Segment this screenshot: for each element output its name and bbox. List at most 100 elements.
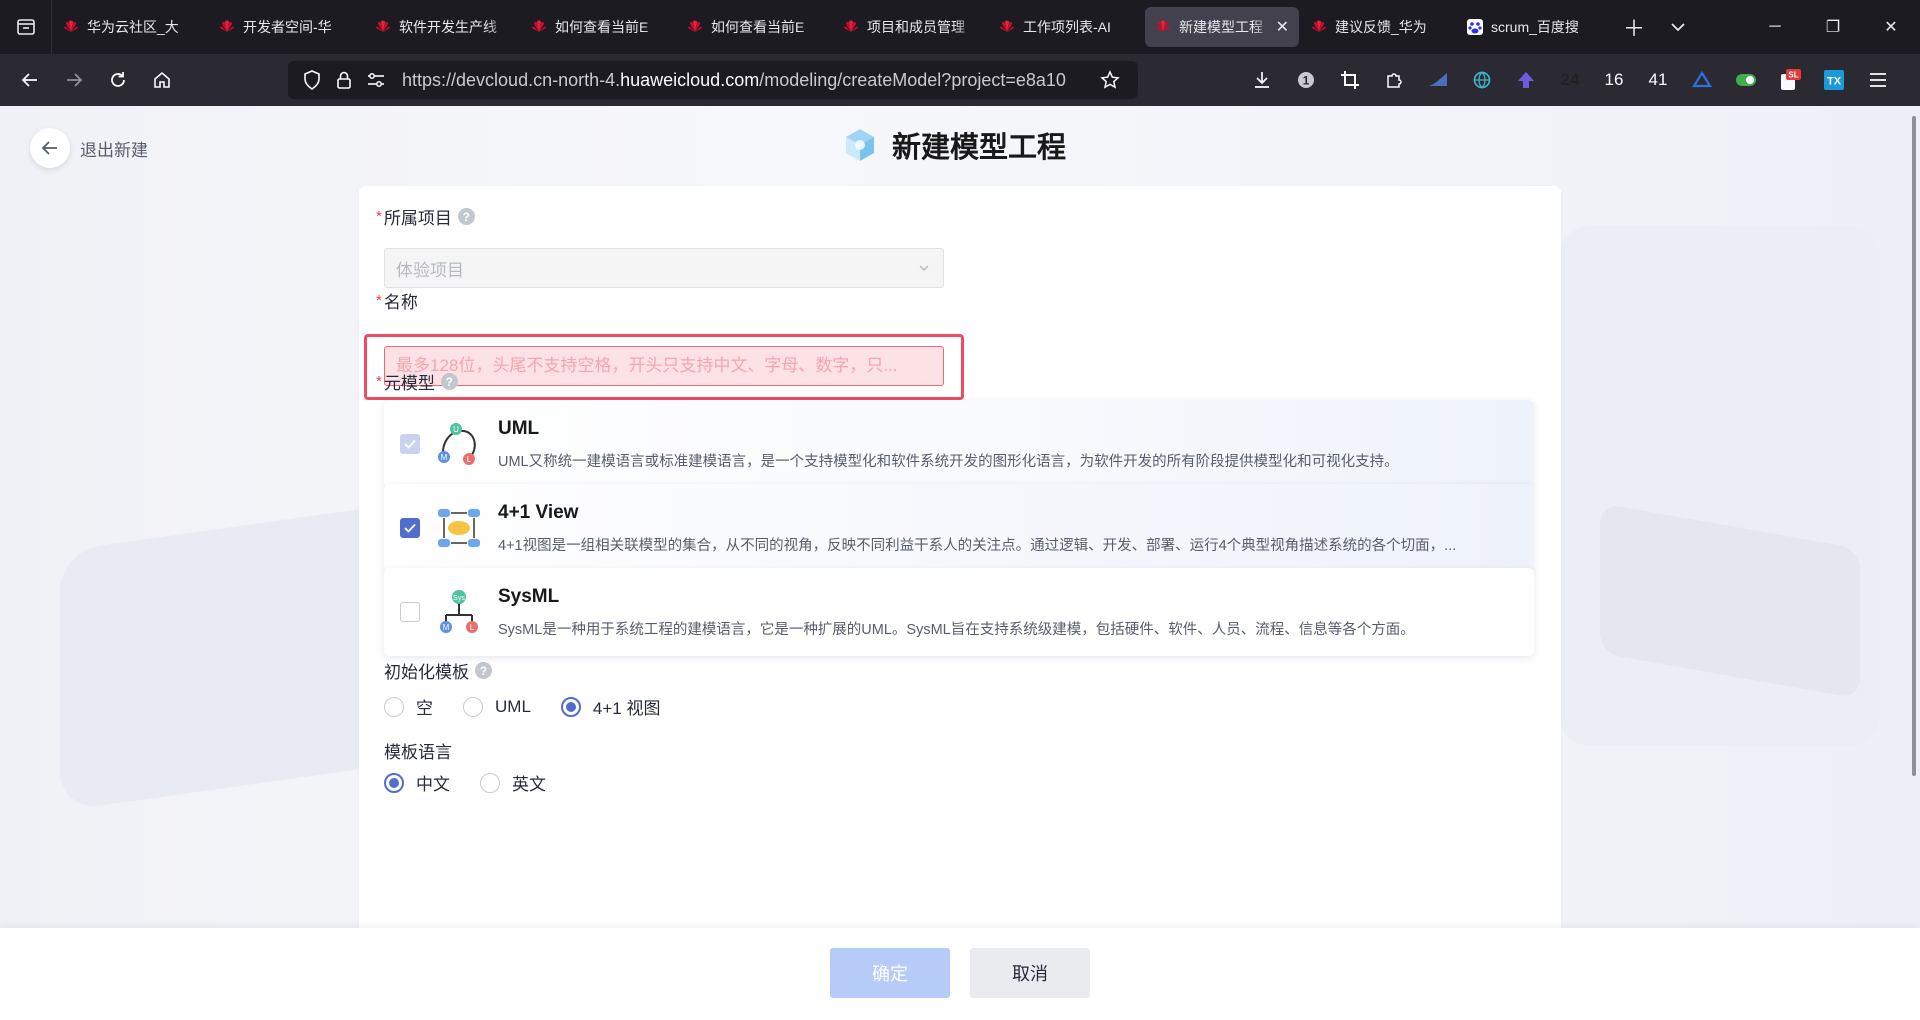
language-field-label: 模板语言 — [384, 743, 452, 762]
cancel-button[interactable]: 取消 — [970, 948, 1090, 998]
permissions-icon[interactable] — [362, 66, 390, 94]
browser-tab[interactable]: 新建模型工程 ✕ — [1145, 7, 1299, 47]
template-option-4plus1-view[interactable]: 4+1 视图 — [560, 694, 660, 719]
close-tab-icon[interactable]: ✕ — [1276, 17, 1289, 37]
4plus1-view-icon — [438, 509, 480, 547]
language-option-chinese[interactable]: 中文 — [384, 770, 450, 795]
4plus1-view-checkbox[interactable] — [400, 518, 420, 538]
extensions-puzzle-icon[interactable] — [1372, 58, 1416, 102]
forward-button[interactable] — [52, 58, 96, 102]
close-window-button[interactable]: ✕ — [1862, 0, 1920, 54]
minimize-button[interactable]: ─ — [1746, 0, 1804, 54]
extension-counter-1[interactable]: 24 — [1548, 58, 1592, 102]
browser-tab[interactable]: 如何查看当前E — [677, 7, 831, 47]
url-text[interactable]: https://devcloud.cn-north-4.huaweicloud.… — [402, 70, 1096, 91]
wave-extension-icon[interactable] — [1416, 58, 1460, 102]
sl-extension-icon[interactable]: SL — [1768, 58, 1812, 102]
bookmark-star-icon[interactable] — [1096, 66, 1124, 94]
browser-tab[interactable]: 项目和成员管理 — [833, 7, 987, 47]
maximize-button[interactable]: ❐ — [1804, 0, 1862, 54]
password-manager-icon[interactable]: 1 — [1284, 58, 1328, 102]
huawei-favicon-icon — [1156, 20, 1170, 32]
arrow-up-extension-icon[interactable] — [1504, 58, 1548, 102]
help-icon[interactable]: ? — [440, 373, 458, 390]
svg-text:1: 1 — [1303, 74, 1310, 88]
exit-create-label: 退出新建 — [80, 140, 148, 160]
browser-tab[interactable]: 软件开发生产线 — [365, 7, 519, 47]
browser-tab[interactable]: scrum_百度搜 — [1457, 7, 1611, 47]
browser-tab-title: 软件开发生产线 — [399, 19, 497, 35]
browser-tab-title: scrum_百度搜 — [1491, 19, 1579, 35]
huawei-favicon-icon — [64, 20, 78, 32]
sysml-checkbox[interactable] — [400, 602, 420, 622]
toggle-extension-icon[interactable] — [1724, 58, 1768, 102]
huawei-favicon-icon — [688, 20, 702, 32]
browser-tab[interactable]: 华为云社区_大 — [53, 7, 207, 47]
help-icon[interactable]: ? — [457, 208, 475, 225]
template-field-label: 初始化模板? — [384, 658, 492, 683]
home-button[interactable] — [140, 58, 184, 102]
form-footer: 确定 取消 — [0, 928, 1920, 1020]
tx-extension-icon[interactable]: TX — [1812, 58, 1856, 102]
browser-tab-title: 新建模型工程 — [1179, 19, 1263, 35]
template-radio-group: 空 UML 4+1 视图 — [384, 694, 690, 719]
url-bar[interactable]: https://devcloud.cn-north-4.huaweicloud.… — [288, 61, 1138, 99]
browser-tab-title: 开发者空间-华 — [243, 19, 332, 35]
tab-list-icon — [16, 19, 35, 35]
reload-button[interactable] — [96, 58, 140, 102]
lock-icon[interactable] — [330, 66, 358, 94]
new-tab-button[interactable]: ＋ — [1612, 0, 1656, 54]
huawei-favicon-icon — [844, 20, 858, 32]
template-option-empty[interactable]: 空 — [384, 694, 433, 719]
name-field-label: * 名称 — [376, 292, 418, 312]
metamodel-field-label: * 元模型? — [376, 369, 458, 394]
huawei-favicon-icon — [1000, 20, 1014, 32]
browser-tab-title: 如何查看当前E — [555, 19, 649, 35]
back-button[interactable] — [8, 58, 52, 102]
extension-counter-3[interactable]: 41 — [1636, 58, 1680, 102]
huawei-favicon-icon — [376, 20, 390, 32]
browser-tab[interactable]: 如何查看当前E — [521, 7, 675, 47]
model-project-logo-icon — [846, 129, 874, 161]
browser-tab-title: 工作项列表-AI — [1023, 19, 1111, 35]
browser-tab[interactable]: 建议反馈_华为 — [1301, 7, 1455, 47]
baidu-favicon-icon — [1467, 19, 1483, 35]
language-option-english[interactable]: 英文 — [480, 770, 546, 795]
tab-overview-button[interactable] — [0, 0, 52, 54]
name-input[interactable] — [384, 346, 944, 386]
browser-tab-title: 华为云社区_大 — [87, 19, 179, 35]
project-field-label: * 所属项目? — [376, 204, 475, 229]
app-menu-icon[interactable] — [1856, 58, 1900, 102]
uml-checkbox[interactable] — [400, 434, 420, 454]
svg-text:L: L — [467, 455, 472, 464]
browser-tab-title: 项目和成员管理 — [867, 19, 965, 35]
chevron-down-icon — [1671, 23, 1685, 32]
browser-tab[interactable]: 开发者空间-华 — [209, 7, 363, 47]
metamodel-option-uml[interactable]: U M L UML UML又称统一建模语言或标准建模语言，是一个支持模型化和软件… — [384, 400, 1534, 488]
home-icon — [154, 71, 170, 88]
shield-icon[interactable] — [298, 66, 326, 94]
browser-tab[interactable]: 工作项列表-AI — [989, 7, 1143, 47]
list-all-tabs-button[interactable] — [1656, 0, 1700, 54]
help-icon[interactable]: ? — [475, 662, 492, 679]
create-model-form: *所属项目? 体验项目 *名称 *元模型? U M L — [359, 186, 1561, 1020]
extension-counter-2[interactable]: 16 — [1592, 58, 1636, 102]
metamodel-option-4plus1-view[interactable]: 4+1 View 4+1视图是一组相关联模型的集合，从不同的视角，反映不同利益干… — [384, 484, 1534, 572]
arrow-left-icon — [41, 141, 57, 155]
svg-text:L: L — [470, 623, 475, 632]
reload-icon — [111, 72, 125, 87]
sysml-icon: Sys M L — [440, 590, 478, 633]
svg-text:M: M — [441, 453, 448, 462]
exit-create-button[interactable]: 退出新建 — [30, 128, 148, 168]
project-select[interactable]: 体验项目 — [384, 248, 944, 288]
globe-extension-icon[interactable] — [1460, 58, 1504, 102]
metamodel-option-sysml[interactable]: Sys M L SysML SysML是一种用于系统工程的建模语言，它是一种扩展… — [384, 568, 1534, 656]
confirm-button[interactable]: 确定 — [830, 948, 950, 998]
template-option-uml[interactable]: UML — [463, 696, 531, 717]
triangle-extension-icon[interactable] — [1680, 58, 1724, 102]
extensions-toolbar: 1 24 16 41 SL TX — [1240, 54, 1900, 106]
huawei-favicon-icon — [1312, 20, 1326, 32]
page-scrollbar[interactable] — [1912, 116, 1916, 776]
screenshot-crop-icon[interactable] — [1328, 58, 1372, 102]
download-icon[interactable] — [1240, 58, 1284, 102]
